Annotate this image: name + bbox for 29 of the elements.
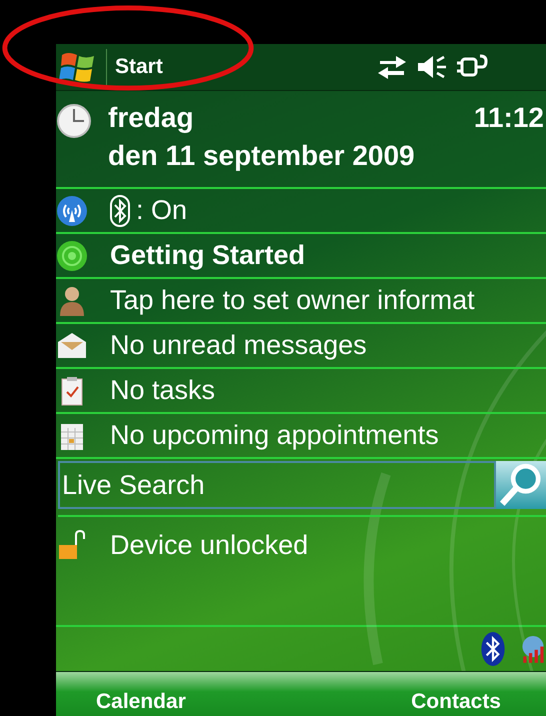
padlock-icon [56,529,88,561]
today-item[interactable]: Getting Started [56,234,546,279]
lock-item[interactable]: Device unlocked [56,517,546,573]
softkey[interactable]: Calendar [96,690,186,716]
day-label: fredag [108,101,194,135]
today-item[interactable]: : On [56,189,546,234]
search-button[interactable] [496,461,546,509]
today-item[interactable]: No upcoming appointments [56,414,546,459]
speaker-muted-icon [416,53,448,81]
wireless-icon [56,194,88,226]
today-item[interactable]: No tasks [56,369,546,414]
item-text: No upcoming appointments [110,420,439,451]
today-item[interactable]: No unread messages [56,324,546,369]
time-label: 11:12 [474,101,544,135]
sync-arrows-icon [376,53,408,81]
bluetooth-icon [110,194,130,226]
item-text: Getting Started [110,240,306,271]
bluetooth-icon[interactable] [480,631,506,667]
date-label: den 11 september 2009 [108,139,416,173]
item-text: No tasks [110,375,216,406]
item-text: : On [136,195,188,226]
lock-text: Device unlocked [110,530,308,560]
orb-icon [56,240,88,272]
softkey[interactable]: Contacts [411,690,501,716]
search-field[interactable]: Live Search [58,461,496,509]
item-text: No unread messages [110,330,367,361]
clock-icon [56,103,92,139]
today-item[interactable]: Tap here to set owner informat [56,279,546,324]
item-text: Tap here to set owner informat [110,285,475,316]
